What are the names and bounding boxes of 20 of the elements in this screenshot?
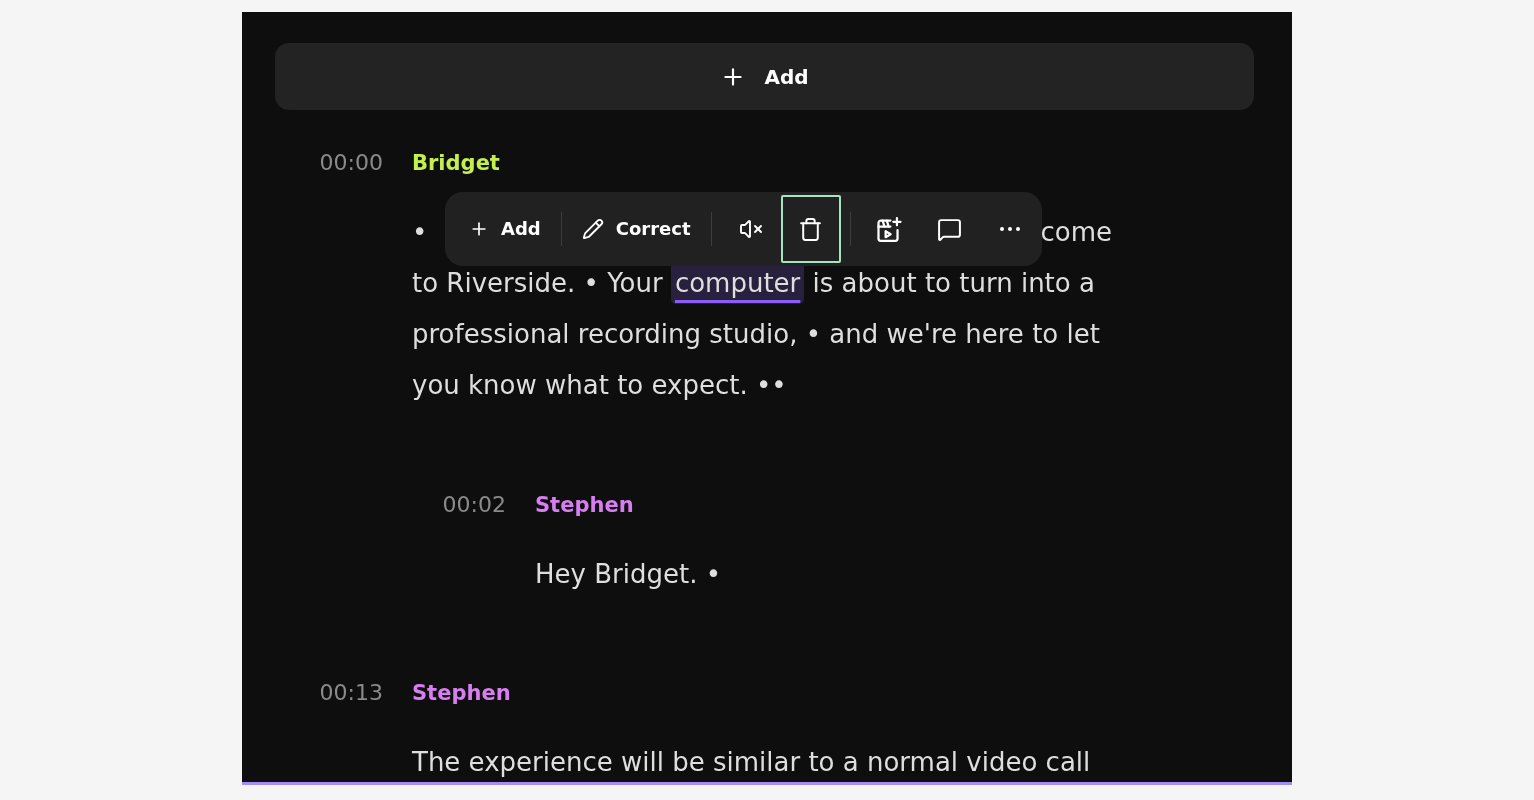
speaker-name: Bridget: [412, 150, 500, 177]
transcript-text: Hey Bridget. •: [535, 558, 721, 591]
add-button[interactable]: Add: [275, 43, 1254, 110]
delete-button[interactable]: [780, 195, 841, 263]
correct-button[interactable]: Correct: [570, 205, 702, 253]
transcript-fragment: come: [1040, 216, 1112, 249]
muted-speaker-icon: [738, 217, 763, 241]
speaker-name: Stephen: [535, 492, 634, 519]
transcript-text: The experience will be similar to a normal video call: [412, 746, 1091, 779]
more-icon: [999, 227, 1020, 231]
speaker-name: Stephen: [412, 680, 511, 707]
timestamp: 00:02: [442, 491, 506, 519]
timestamp: 00:00: [319, 149, 383, 177]
timestamp: 00:13: [319, 679, 383, 707]
trash-icon: [798, 216, 823, 242]
clip-plus-icon: [877, 216, 902, 242]
pencil-icon: [581, 218, 604, 240]
speech-bubble-icon: [937, 216, 962, 242]
add-button[interactable]: Add: [458, 205, 552, 253]
transcript-fragment: •: [412, 216, 428, 249]
